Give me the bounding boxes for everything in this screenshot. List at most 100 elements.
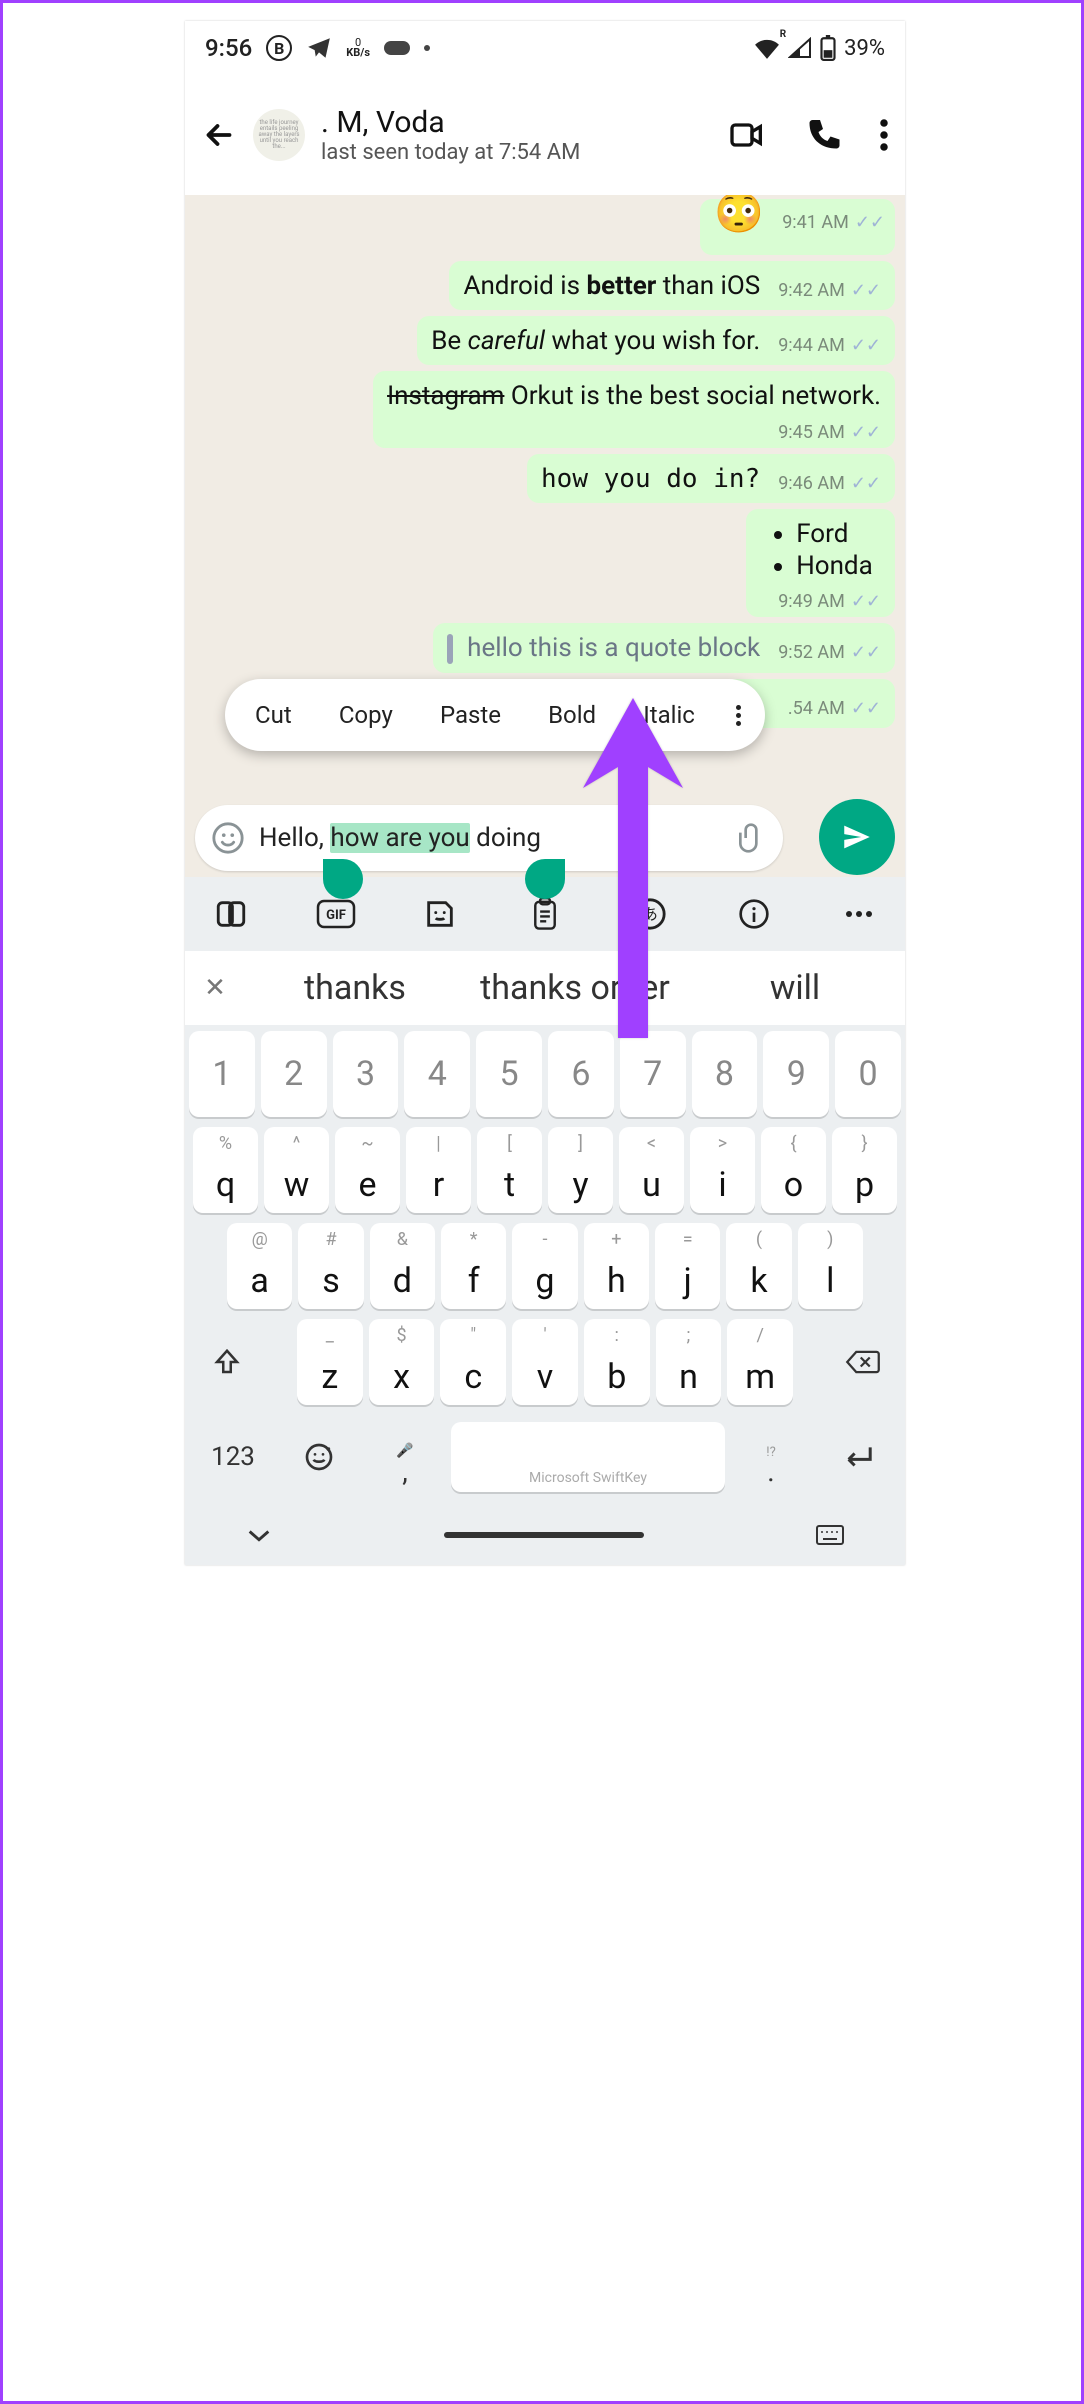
kb-info-icon[interactable] xyxy=(726,898,782,930)
read-ticks-icon: ✓✓ xyxy=(851,422,881,444)
nav-home-bar[interactable] xyxy=(444,1532,644,1538)
kb-key-5[interactable]: 5 xyxy=(476,1031,542,1117)
kb-key-7[interactable]: 7 xyxy=(620,1031,686,1117)
kb-key-1[interactable]: 1 xyxy=(189,1031,255,1117)
kb-translate-icon[interactable]: あ xyxy=(622,897,678,931)
kb-period-key[interactable]: !? . xyxy=(731,1441,811,1474)
kb-key-g[interactable]: -g xyxy=(512,1223,577,1309)
nav-keyboard-switch[interactable] xyxy=(815,1524,845,1546)
kb-backspace-key[interactable] xyxy=(825,1319,901,1405)
contact-name: . M, Voda xyxy=(321,105,711,140)
status-dot-icon xyxy=(424,45,430,51)
status-time: 9:56 xyxy=(205,34,252,62)
kb-key-m[interactable]: /m xyxy=(727,1319,793,1405)
net-speed: 0 KB/s xyxy=(346,38,370,58)
message-bubble[interactable]: Ford Honda 9:49 AM✓✓ xyxy=(746,509,895,617)
kb-key-j[interactable]: =j xyxy=(655,1223,720,1309)
kb-key-y[interactable]: ]y xyxy=(548,1127,613,1213)
kb-key-h[interactable]: +h xyxy=(584,1223,649,1309)
message-input-row: Hello, how are you doing xyxy=(185,799,905,877)
chat-app-bar: the life journey entails peeling away th… xyxy=(185,75,905,195)
suggestion-2[interactable]: thanks order xyxy=(465,968,685,1008)
back-button[interactable] xyxy=(201,117,237,153)
kb-mode-switch[interactable]: 123 xyxy=(193,1442,273,1472)
message-bubble[interactable]: hello this is a quote block 9:52 AM✓✓ xyxy=(433,623,895,672)
kb-shift-key[interactable] xyxy=(189,1319,265,1405)
more-options-button[interactable] xyxy=(879,117,889,153)
kb-key-q[interactable]: %q xyxy=(193,1127,258,1213)
kb-key-u[interactable]: <u xyxy=(619,1127,684,1213)
kb-key-2[interactable]: 2 xyxy=(261,1031,327,1117)
kb-key-8[interactable]: 8 xyxy=(692,1031,758,1117)
kb-key-s[interactable]: #s xyxy=(298,1223,363,1309)
kb-more-icon[interactable] xyxy=(831,910,887,918)
kb-key-z[interactable]: _z xyxy=(297,1319,363,1405)
kb-key-d[interactable]: &d xyxy=(370,1223,435,1309)
kb-key-9[interactable]: 9 xyxy=(763,1031,829,1117)
kb-key-x[interactable]: $x xyxy=(369,1319,435,1405)
voice-call-button[interactable] xyxy=(805,117,841,153)
kb-key-l[interactable]: )l xyxy=(798,1223,863,1309)
emoji-picker-button[interactable] xyxy=(211,821,245,855)
kb-key-c[interactable]: "c xyxy=(440,1319,506,1405)
status-bar: 9:56 B 0 KB/s R 39% xyxy=(185,21,905,75)
kb-key-r[interactable]: |r xyxy=(406,1127,471,1213)
video-call-button[interactable] xyxy=(727,115,767,155)
more-actions-button[interactable] xyxy=(736,705,741,726)
kb-spacebar[interactable]: Microsoft SwiftKey xyxy=(451,1422,725,1492)
text-selection-toolbar: Cut Copy Paste Bold Italic xyxy=(225,679,765,751)
kb-emoji-icon[interactable] xyxy=(279,1441,359,1473)
selection-handle-right[interactable] xyxy=(525,859,565,899)
kb-key-0[interactable]: 0 xyxy=(835,1031,901,1117)
kb-key-v[interactable]: 'v xyxy=(512,1319,578,1405)
italic-action[interactable]: Italic xyxy=(637,697,701,733)
message-bubble[interactable]: 😳 9:41 AM✓✓ xyxy=(700,199,895,255)
kb-key-o[interactable]: {o xyxy=(761,1127,826,1213)
battery-percent: 39% xyxy=(844,36,885,61)
attach-button[interactable] xyxy=(735,822,767,854)
kb-key-3[interactable]: 3 xyxy=(333,1031,399,1117)
last-seen: last seen today at 7:54 AM xyxy=(321,140,711,165)
kb-key-n[interactable]: ;n xyxy=(656,1319,722,1405)
kb-key-p[interactable]: }p xyxy=(832,1127,897,1213)
nav-hide-keyboard[interactable] xyxy=(245,1526,273,1544)
message-input[interactable]: Hello, how are you doing xyxy=(195,805,783,871)
kb-dismiss-suggestions[interactable]: ✕ xyxy=(185,973,245,1003)
kb-key-4[interactable]: 4 xyxy=(404,1031,470,1117)
kb-key-a[interactable]: @a xyxy=(227,1223,292,1309)
message-bubble[interactable]: Instagram Orkut is the best social netwo… xyxy=(373,371,895,448)
read-ticks-icon: ✓✓ xyxy=(855,212,885,234)
svg-text:GIF: GIF xyxy=(326,908,346,923)
wifi-icon: R xyxy=(754,37,780,59)
message-bubble[interactable]: Be careful what you wish for. 9:44 AM✓✓ xyxy=(417,316,895,365)
send-button[interactable] xyxy=(819,799,895,875)
kb-comma-key[interactable]: 🎤 , xyxy=(365,1441,445,1474)
chat-messages[interactable]: 😳 9:41 AM✓✓ Android is better than iOS 9… xyxy=(185,195,905,799)
cloud-icon xyxy=(384,41,410,55)
bold-action[interactable]: Bold xyxy=(542,697,602,733)
kb-key-w[interactable]: ^w xyxy=(264,1127,329,1213)
copy-action[interactable]: Copy xyxy=(333,697,399,733)
kb-gif-icon[interactable]: GIF xyxy=(308,899,364,929)
cut-action[interactable]: Cut xyxy=(249,697,298,733)
kb-enter-key[interactable] xyxy=(817,1442,897,1472)
suggestion-3[interactable]: will xyxy=(685,968,905,1008)
contact-info[interactable]: . M, Voda last seen today at 7:54 AM xyxy=(321,105,711,165)
kb-key-f[interactable]: *f xyxy=(441,1223,506,1309)
contact-avatar[interactable]: the life journey entails peeling away th… xyxy=(253,109,305,161)
message-text[interactable]: Hello, how are you doing xyxy=(259,823,721,853)
kb-clipboard-icon[interactable] xyxy=(517,897,573,931)
message-bubble[interactable]: Android is better than iOS 9:42 AM✓✓ xyxy=(449,261,895,310)
paste-action[interactable]: Paste xyxy=(434,697,507,733)
kb-key-b[interactable]: :b xyxy=(584,1319,650,1405)
kb-key-k[interactable]: (k xyxy=(726,1223,791,1309)
message-bubble[interactable]: how you do in? 9:46 AM✓✓ xyxy=(527,454,895,503)
kb-key-t[interactable]: [t xyxy=(477,1127,542,1213)
kb-key-6[interactable]: 6 xyxy=(548,1031,614,1117)
suggestion-1[interactable]: thanks xyxy=(245,968,465,1008)
kb-copilot-icon[interactable] xyxy=(203,897,259,931)
kb-key-e[interactable]: ~e xyxy=(335,1127,400,1213)
kb-key-i[interactable]: >i xyxy=(690,1127,755,1213)
selection-handle-left[interactable] xyxy=(323,859,363,899)
kb-sticker-icon[interactable] xyxy=(412,897,468,931)
